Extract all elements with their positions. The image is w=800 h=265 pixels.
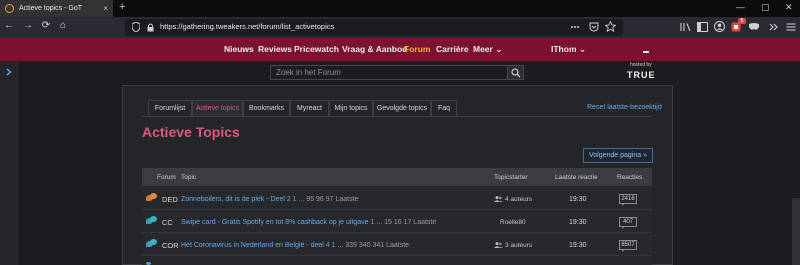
tab-actieve-topics[interactable]: Actieve topics xyxy=(192,100,243,116)
tab-mijn-topics[interactable]: Mijn topics xyxy=(329,100,373,116)
forum-category-icon xyxy=(146,239,157,247)
user-menu[interactable]: IThom ⌄ xyxy=(551,44,586,55)
col-topicstarter[interactable]: Topicstarter xyxy=(494,174,528,181)
account-icon[interactable] xyxy=(714,21,725,32)
true-logo[interactable]: TRUE xyxy=(627,70,656,80)
last-reply-time[interactable]: 19:30 xyxy=(569,219,587,226)
topic-starter[interactable]: 3 auteurs xyxy=(494,242,532,249)
topic-pages[interactable]: 1 ... 15 16 17 Laatste xyxy=(369,219,436,226)
shield-icon[interactable] xyxy=(132,22,140,32)
nav-forum[interactable]: Forum xyxy=(404,44,430,54)
new-tab-button[interactable]: + xyxy=(119,1,125,13)
tab-close-icon[interactable]: × xyxy=(103,4,108,13)
nav-carriere[interactable]: Carrière xyxy=(436,44,469,54)
nav-nieuws[interactable]: Nieuws xyxy=(224,44,254,54)
topic-pages[interactable]: 1 ... 339 340 341 Laatste xyxy=(330,242,409,249)
mask-extension-icon[interactable] xyxy=(748,22,760,32)
topic-link[interactable]: Zonneboilers, dit is de plek - Deel 2 xyxy=(181,196,291,203)
bookmark-star-icon[interactable] xyxy=(605,21,616,32)
tab-forumlijst[interactable]: Forumlijst xyxy=(148,100,192,116)
nav-pricewatch[interactable]: Pricewatch xyxy=(294,44,339,54)
topic-pages[interactable]: 1 ... 95 96 97 Laatste xyxy=(291,196,359,203)
search-icon xyxy=(511,68,521,78)
browser-tab[interactable]: Actieve topics - GoT × xyxy=(0,0,113,17)
tab-faq[interactable]: Faq xyxy=(431,100,457,116)
nav-vraag-aanbod[interactable]: Vraag & Aanbod xyxy=(342,44,407,54)
reload-button[interactable]: ⟳ xyxy=(40,20,52,31)
sidebar-icon[interactable] xyxy=(697,22,708,32)
lock-icon[interactable] xyxy=(147,23,154,32)
tab-myreact[interactable]: Myreact xyxy=(290,100,329,116)
table-row-partial xyxy=(142,256,652,265)
last-reply-time[interactable]: 19:30 xyxy=(569,242,587,249)
back-button[interactable]: ← xyxy=(3,20,15,31)
col-replies[interactable]: Reacties xyxy=(617,174,642,181)
close-window-button[interactable]: ✕ xyxy=(785,2,793,13)
page-scrollbar[interactable] xyxy=(792,198,800,265)
nav-reviews[interactable]: Reviews xyxy=(258,44,292,54)
reply-count-bubble[interactable]: 407 xyxy=(619,217,637,229)
tab-gevolgde-topics[interactable]: Gevolgde topics xyxy=(373,100,431,116)
expand-chevron-icon[interactable] xyxy=(6,68,12,76)
extension-badge: 5 xyxy=(738,18,746,24)
forum-category-icon xyxy=(146,216,157,224)
favicon-icon xyxy=(5,4,14,13)
reset-last-visit-link[interactable]: Reset laatste-bezoektijd xyxy=(587,104,662,111)
nav-meer[interactable]: Meer ⌄ xyxy=(473,44,502,55)
tab-divider xyxy=(142,116,652,117)
topic-link[interactable]: Swipe card - Gratis Spotify en tot 8% ca… xyxy=(181,219,369,226)
side-panel-strip xyxy=(0,61,18,265)
forum-category-icon xyxy=(146,193,157,201)
url-text[interactable]: https://gathering.tweakers.net/forum/lis… xyxy=(160,22,334,31)
hosted-by-label: hosted by xyxy=(630,62,652,68)
topic-title[interactable]: Het Coronavirus in Nederland en België -… xyxy=(181,242,409,249)
forum-code[interactable]: CC xyxy=(162,218,173,227)
pocket-icon[interactable] xyxy=(589,22,599,32)
topic-title[interactable]: Zonneboilers, dit is de plek - Deel 2 1 … xyxy=(181,196,358,203)
page-actions-icon[interactable] xyxy=(570,22,580,32)
col-last-reply[interactable]: Laatste reactie xyxy=(555,174,598,181)
overflow-chevron-icon[interactable] xyxy=(769,22,779,32)
search-button[interactable] xyxy=(507,65,524,80)
reply-count-bubble[interactable]: 8507 xyxy=(619,240,637,252)
maximize-button[interactable]: ▢ xyxy=(761,2,770,13)
reply-count-bubble[interactable]: 2416 xyxy=(619,194,637,206)
forward-button[interactable]: → xyxy=(22,20,34,31)
topic-starter-name: 3 auteurs xyxy=(505,242,533,249)
people-icon xyxy=(494,242,503,249)
topic-starter[interactable]: Roelle80 xyxy=(500,219,526,226)
last-reply-time[interactable]: 19:30 xyxy=(569,196,587,203)
topic-starter-name: 4 auteurs xyxy=(505,196,533,203)
forum-code[interactable]: DED xyxy=(162,195,178,204)
home-button[interactable]: ⌂ xyxy=(57,20,69,31)
topic-link[interactable]: Het Coronavirus in Nederland en België -… xyxy=(181,242,330,249)
library-icon[interactable] xyxy=(680,22,691,32)
next-page-button[interactable]: Volgende pagina » xyxy=(583,148,653,163)
menu-icon[interactable] xyxy=(786,22,796,32)
page-title: Actieve Topics xyxy=(142,124,240,140)
col-topic[interactable]: Topic xyxy=(181,174,196,181)
search-placeholder: Zoek in het Forum xyxy=(276,68,341,77)
tab-bookmarks[interactable]: Bookmarks xyxy=(243,100,290,116)
col-forum[interactable]: Forum xyxy=(157,174,176,181)
people-icon xyxy=(494,196,503,203)
notification-indicator[interactable] xyxy=(643,51,649,53)
forum-code[interactable]: COR xyxy=(162,241,179,250)
tab-title: Actieve topics - GoT xyxy=(19,5,83,12)
topic-title[interactable]: Swipe card - Gratis Spotify en tot 8% ca… xyxy=(181,219,436,226)
minimize-button[interactable]: — xyxy=(736,2,745,12)
topic-starter-name: Roelle80 xyxy=(500,219,526,226)
topic-starter[interactable]: 4 auteurs xyxy=(494,196,532,203)
